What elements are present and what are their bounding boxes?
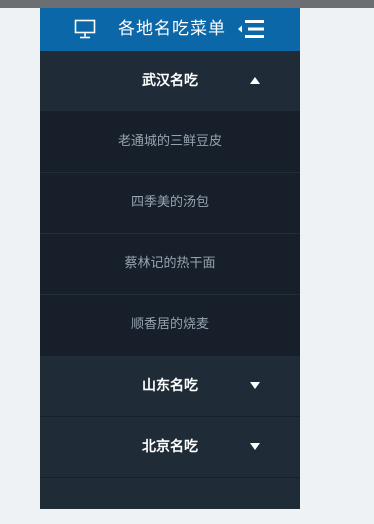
submenu-wuhan: 老通城的三鲜豆皮 四季美的汤包 蔡林记的热干面 顺香居的烧麦 xyxy=(40,112,300,356)
submenu-item[interactable]: 顺香居的烧麦 xyxy=(40,295,300,356)
submenu-item[interactable]: 老通城的三鲜豆皮 xyxy=(40,112,300,173)
menu-header: 各地名吃菜单 xyxy=(40,8,300,51)
menu-group-beijing[interactable]: 北京名吃 xyxy=(40,417,300,478)
top-bar xyxy=(0,0,374,8)
submenu-item[interactable]: 四季美的汤包 xyxy=(40,173,300,234)
menu-group-label: 武汉名吃 xyxy=(142,73,198,89)
caret-up-icon xyxy=(250,77,260,84)
caret-down-icon xyxy=(250,443,260,450)
menu-group-label: 北京名吃 xyxy=(142,439,198,455)
menu-group-wuhan[interactable]: 武汉名吃 xyxy=(40,51,300,112)
menu-group-shandong[interactable]: 山东名吃 xyxy=(40,356,300,417)
submenu-item[interactable]: 蔡林记的热干面 xyxy=(40,234,300,295)
menu-title: 各地名吃菜单 xyxy=(118,19,226,39)
menu-collapse-icon[interactable] xyxy=(238,18,266,40)
menu-group-label: 山东名吃 xyxy=(142,378,198,394)
monitor-icon xyxy=(74,19,96,39)
side-menu: 各地名吃菜单 武汉名吃 老通城的三鲜豆皮 四季美的汤包 蔡林记的热干面 顺香居的… xyxy=(40,8,300,509)
caret-down-icon xyxy=(250,382,260,389)
